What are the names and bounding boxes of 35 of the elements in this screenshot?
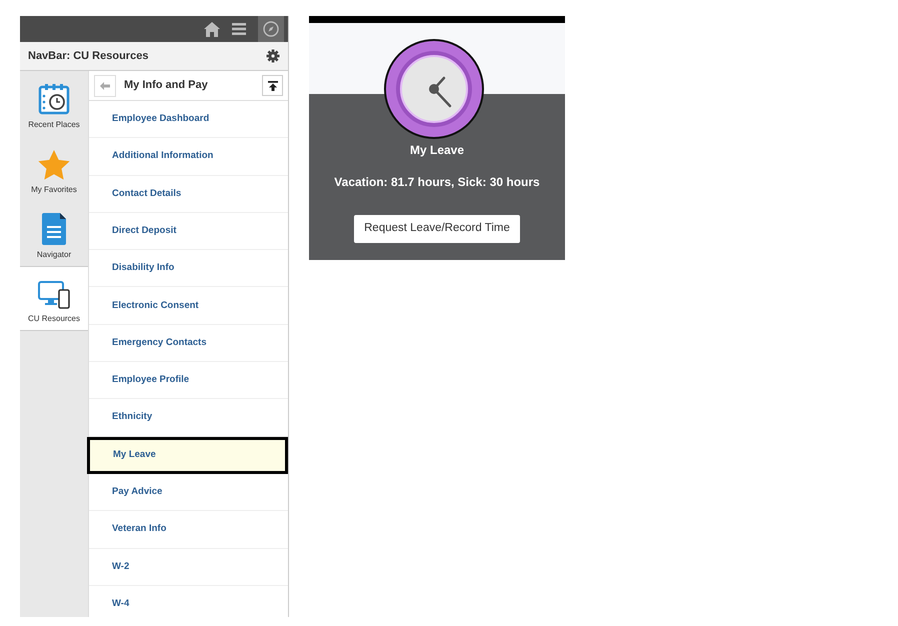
menu-item[interactable]: My Leave — [87, 436, 288, 474]
compass-button[interactable] — [258, 16, 284, 42]
rail-item[interactable]: Recent Places — [20, 71, 88, 136]
star-icon — [38, 150, 70, 180]
collapse-button[interactable] — [262, 75, 283, 96]
rail-item[interactable]: My Favorites — [20, 136, 88, 201]
navbar-title: NavBar: CU Resources — [28, 48, 148, 64]
menu-title: My Info and Pay — [124, 78, 208, 94]
collapse-top-icon — [268, 80, 278, 90]
menu-item[interactable]: W-2 — [89, 548, 288, 586]
request-leave-button[interactable]: Request Leave/Record Time — [354, 215, 520, 243]
menu-item[interactable]: Disability Info — [89, 250, 288, 288]
settings-icon[interactable] — [266, 49, 280, 63]
rail-item[interactable]: Navigator — [20, 201, 88, 266]
menu-item[interactable]: W-4 — [89, 586, 288, 617]
home-icon[interactable] — [204, 22, 220, 36]
menu-item[interactable]: Employee Profile — [89, 362, 288, 400]
calendar-clock-icon — [38, 83, 70, 115]
document-icon — [42, 213, 66, 245]
menu-item[interactable]: Contact Details — [89, 176, 288, 213]
menu-item[interactable]: Direct Deposit — [89, 212, 288, 250]
menu-item[interactable]: Employee Dashboard — [89, 101, 288, 138]
rail-item[interactable]: CU Resources — [20, 266, 88, 331]
menu-item[interactable]: Veteran Info — [89, 511, 288, 549]
leave-balance: Vacation: 81.7 hours, Sick: 30 hours — [334, 174, 540, 191]
menu-item[interactable]: Pay Advice — [89, 474, 288, 512]
back-arrow-icon — [100, 82, 110, 90]
menu-item[interactable]: Additional Information — [89, 138, 288, 176]
menu-icon[interactable] — [232, 23, 246, 35]
menu-item[interactable]: Electronic Consent — [89, 287, 288, 325]
tile-title: My Leave — [410, 142, 464, 159]
monitor-phone-icon — [38, 281, 70, 309]
compass-icon — [263, 21, 279, 37]
clock-icon — [384, 39, 484, 139]
menu-item[interactable]: Emergency Contacts — [89, 324, 288, 362]
